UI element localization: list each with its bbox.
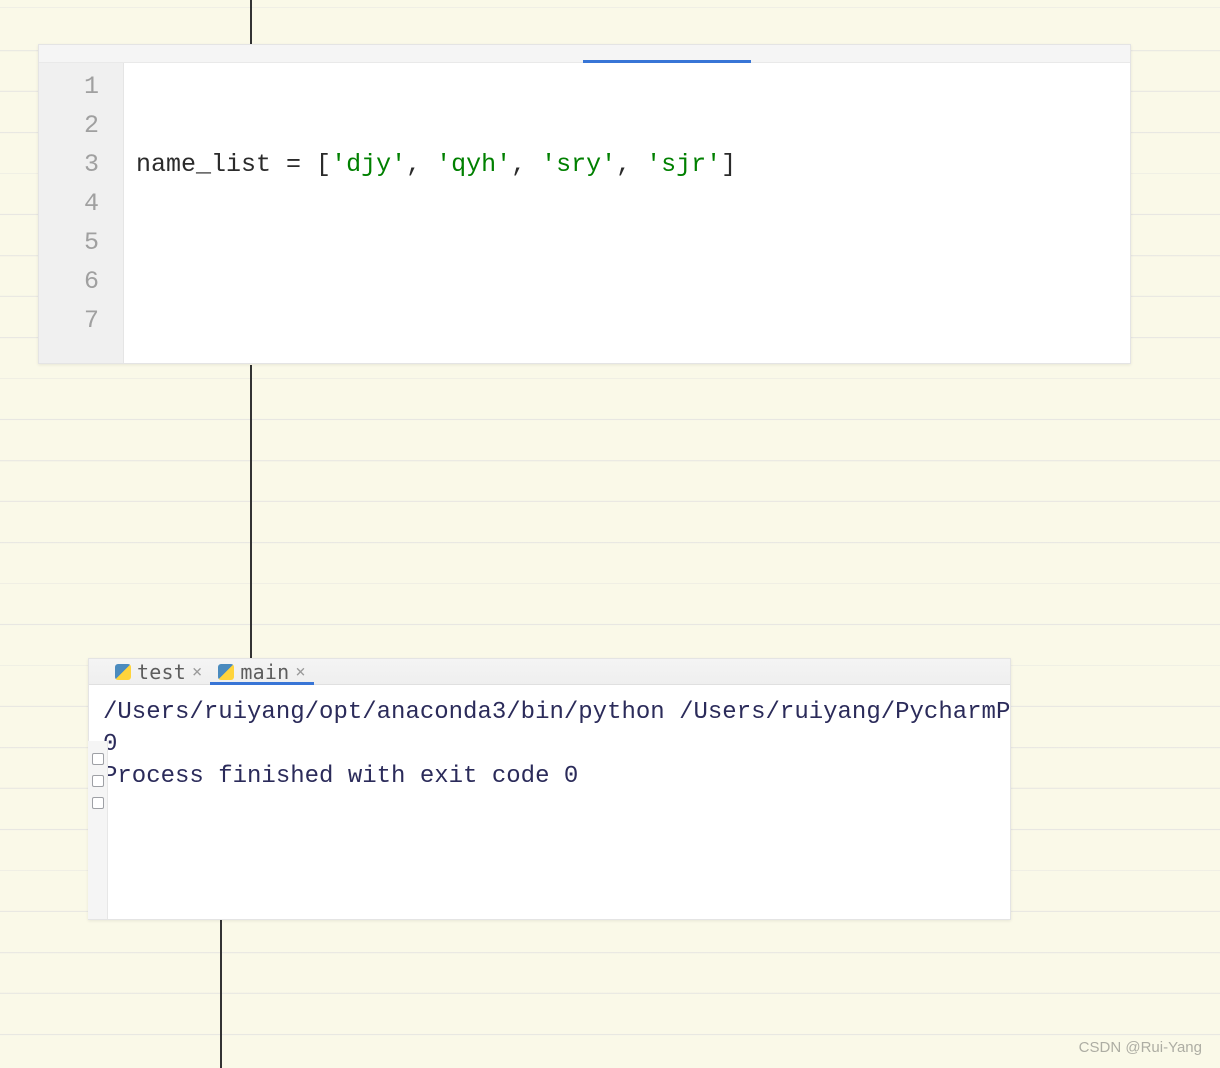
console-toolbar — [88, 741, 108, 919]
string-literal: 'djy' — [331, 150, 406, 179]
console-line: Process finished with exit code 0 — [103, 761, 996, 793]
code-area[interactable]: name_list = ['djy', 'qyh', 'sry', 'sjr']… — [124, 63, 1130, 363]
toolbar-icon[interactable] — [92, 775, 104, 787]
vertical-marker-mid — [250, 365, 252, 660]
code-editor-window: 1 2 3 4 5 6 7 name_list = ['djy', 'qyh',… — [38, 44, 1131, 364]
line-number: 5 — [39, 223, 99, 262]
string-literal: 'sjr' — [646, 150, 721, 179]
python-file-icon — [115, 664, 131, 680]
active-tab-underline — [583, 60, 751, 63]
comma: , — [616, 150, 646, 179]
line-number: 2 — [39, 106, 99, 145]
editor-body: 1 2 3 4 5 6 7 name_list = ['djy', 'qyh',… — [39, 63, 1130, 363]
line-number: 4 — [39, 184, 99, 223]
console-tab-bar: test × main × — [89, 659, 1010, 685]
toolbar-icon[interactable] — [92, 753, 104, 765]
bracket: [ — [316, 150, 331, 179]
console-line: 0 — [103, 729, 996, 761]
console-output[interactable]: /Users/ruiyang/opt/anaconda3/bin/python … — [89, 685, 1010, 805]
editor-tab-bar — [39, 45, 1130, 63]
comma: , — [511, 150, 541, 179]
operator: = — [271, 150, 316, 179]
string-literal: 'qyh' — [436, 150, 511, 179]
comma: , — [406, 150, 436, 179]
watermark-text: CSDN @Rui-Yang — [1079, 1039, 1202, 1056]
close-icon[interactable]: × — [295, 662, 305, 682]
line-number: 7 — [39, 301, 99, 340]
tab-label: main — [240, 660, 289, 684]
close-icon[interactable]: × — [192, 662, 202, 682]
string-literal: 'sry' — [541, 150, 616, 179]
console-tab-test[interactable]: test × — [107, 659, 210, 684]
identifier: name_list — [136, 150, 271, 179]
tab-label: test — [137, 660, 186, 684]
code-line-2[interactable] — [136, 262, 1130, 301]
line-number: 3 — [39, 145, 99, 184]
run-console-window: test × main × /Users/ruiyang/opt/anacond… — [88, 658, 1011, 920]
vertical-marker-bottom — [220, 920, 222, 1068]
console-tab-main[interactable]: main × — [210, 659, 313, 684]
line-number-gutter: 1 2 3 4 5 6 7 — [39, 63, 124, 363]
line-number: 1 — [39, 67, 99, 106]
python-file-icon — [218, 664, 234, 680]
toolbar-icon[interactable] — [92, 797, 104, 809]
console-line: /Users/ruiyang/opt/anaconda3/bin/python … — [103, 697, 996, 729]
line-number: 6 — [39, 262, 99, 301]
code-line-1[interactable]: name_list = ['djy', 'qyh', 'sry', 'sjr'] — [136, 145, 1130, 184]
bracket: ] — [721, 150, 736, 179]
